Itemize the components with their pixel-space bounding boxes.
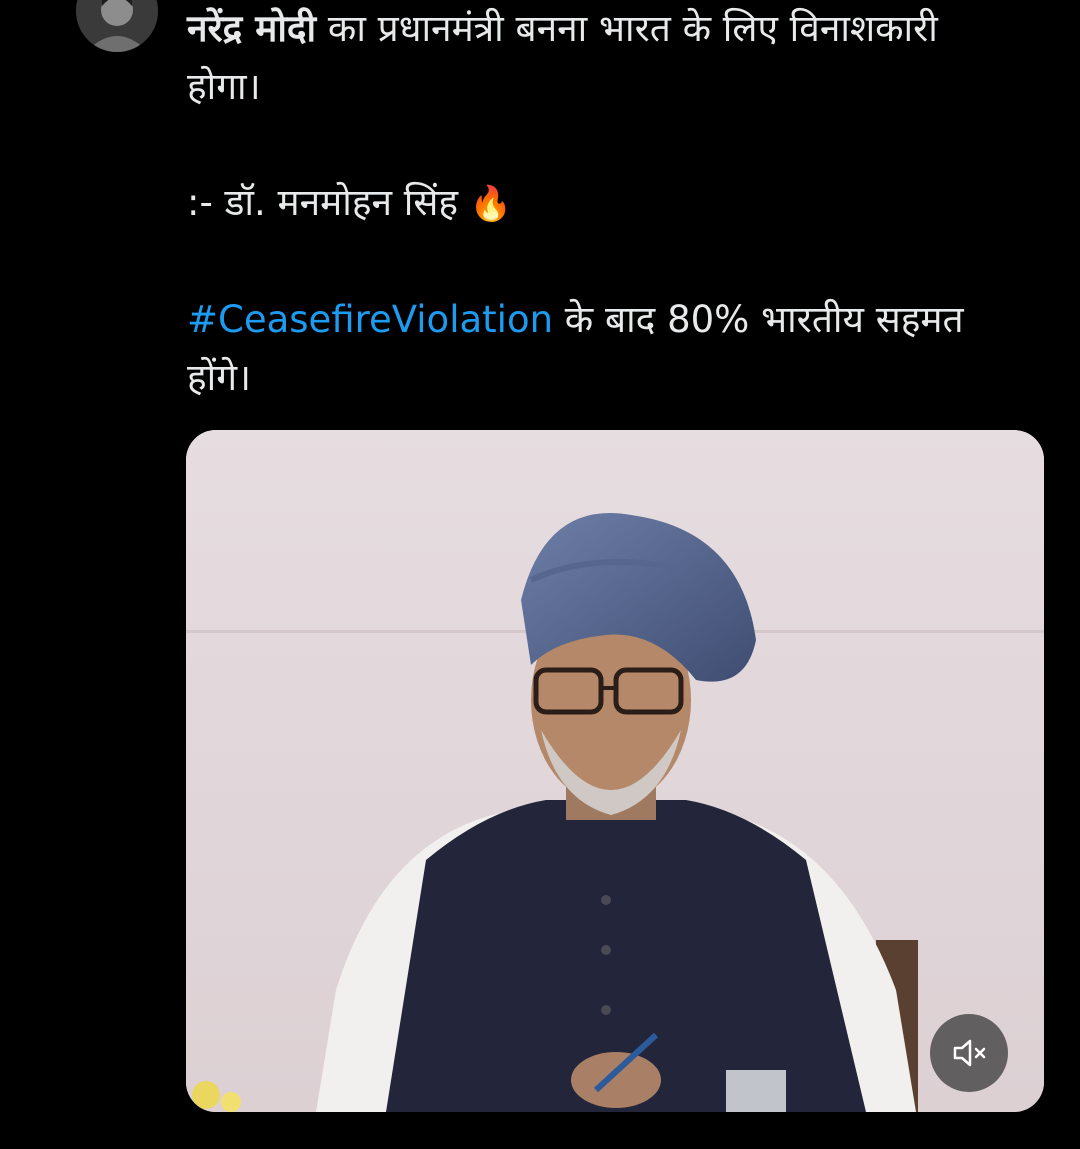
hashtag-link[interactable]: #CeasefireViolation (187, 298, 553, 341)
mute-toggle-button[interactable] (930, 1014, 1008, 1092)
tweet-line-1: नरेंद्र मोदी का प्रधानमंत्री बनना भारत क… (187, 0, 1017, 116)
video-player[interactable] (186, 430, 1044, 1112)
speaker-muted-icon (953, 1039, 986, 1067)
attribution-text: :- डॉ. मनमोहन सिंह (187, 181, 470, 224)
tweet-attribution-line: :- डॉ. मनमोहन सिंह 🔥 (187, 174, 1017, 233)
video-frame (186, 430, 1044, 1112)
fire-emoji: 🔥 (469, 184, 513, 224)
tweet-text: नरेंद्र मोदी का प्रधानमंत्री बनना भारत क… (187, 0, 1017, 407)
mentioned-name: नरेंद्र मोदी (187, 7, 317, 50)
tweet-closing-line: #CeasefireViolation के बाद 80% भारतीय सह… (187, 291, 1017, 407)
user-avatar[interactable] (76, 0, 158, 52)
